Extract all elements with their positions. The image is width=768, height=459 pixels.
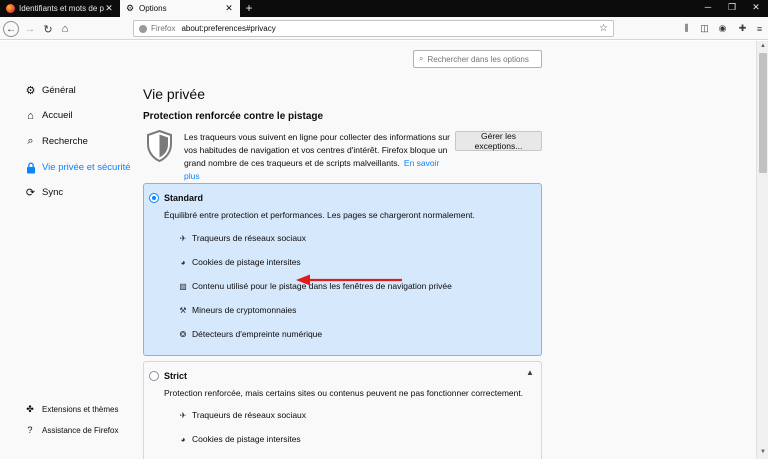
home-button[interactable]: ⌂	[57, 21, 73, 37]
option-name: Standard	[164, 193, 204, 203]
annotation-arrow	[296, 274, 402, 286]
sidebar-footer-label: Assistance de Firefox	[42, 425, 119, 435]
page-title: Vie privée	[143, 86, 206, 102]
option-name: Strict	[164, 371, 188, 381]
help-icon: ?	[27, 425, 33, 435]
search-icon: ⌕	[27, 135, 34, 147]
option-description: Équilibré entre protection et performanc…	[164, 210, 475, 220]
feature-item: ✈ Traqueurs de réseaux sociaux	[178, 233, 306, 243]
account-icon[interactable]: ◉	[716, 22, 729, 35]
library-icon[interactable]: ⫼	[680, 22, 693, 35]
url-text[interactable]: about:preferences#privacy	[181, 24, 599, 33]
search-options-box[interactable]: ⌕	[413, 50, 542, 68]
cookie-icon: ◕	[180, 434, 186, 444]
tracking-content-icon: ▨	[179, 281, 187, 291]
scrollbar-thumb[interactable]	[759, 53, 767, 173]
sync-icon: ⟳	[25, 187, 36, 199]
puzzle-icon: ✤	[26, 403, 34, 414]
url-bar[interactable]: Firefox about:preferences#privacy ☆	[133, 20, 614, 37]
shield-icon	[147, 130, 172, 162]
tab-label: Options	[139, 4, 167, 13]
manage-exceptions-button[interactable]: Gérer les exceptions...	[455, 131, 542, 151]
bookmark-star-icon[interactable]: ☆	[599, 23, 608, 34]
feature-label: Cookies de pistage intersites	[192, 257, 301, 267]
sidebar-item-privacy[interactable]: Vie privée et sécurité	[24, 161, 131, 174]
close-icon[interactable]: ✕	[224, 3, 234, 14]
sidebar-item-general[interactable]: ⚙ Général	[24, 84, 76, 97]
standard-radio[interactable]	[149, 193, 159, 203]
section-title: Protection renforcée contre le pistage	[143, 111, 324, 122]
feature-label: Traqueurs de réseaux sociaux	[192, 233, 307, 243]
scrollbar[interactable]: ▲ ▼	[756, 41, 768, 459]
home-icon: ⌂	[27, 109, 34, 122]
search-icon: ⌕	[419, 54, 424, 63]
feature-label: Détecteurs d'empreinte numérique	[192, 329, 323, 339]
sidebar-footer-support[interactable]: ? Assistance de Firefox	[24, 424, 118, 436]
navigation-toolbar: ← → ↻ ⌂ Firefox about:preferences#privac…	[0, 17, 768, 40]
feature-item: ❂ Détecteurs d'empreinte numérique	[178, 329, 323, 339]
sidebar-item-label: Recherche	[42, 136, 88, 147]
identity-label: Firefox	[151, 24, 176, 33]
identity-box[interactable]: Firefox	[139, 24, 175, 33]
feature-label: Mineurs de cryptomonnaies	[192, 305, 297, 315]
lock-icon	[24, 161, 37, 174]
strict-radio[interactable]	[149, 371, 159, 381]
maximize-icon[interactable]: ❐	[722, 2, 742, 13]
scroll-up-icon[interactable]: ▲	[759, 43, 767, 49]
sidebar-item-search[interactable]: ⌕ Recherche	[24, 135, 88, 148]
sidebar-item-label: Vie privée et sécurité	[42, 162, 131, 173]
feature-item: ◕ Cookies de pistage intersites	[178, 434, 301, 444]
firefox-icon	[139, 24, 147, 33]
social-tracker-icon: ✈	[179, 233, 187, 243]
reload-button[interactable]: ↻	[40, 21, 56, 37]
firefox-icon	[6, 4, 15, 13]
chevron-up-icon[interactable]: ▲	[526, 368, 534, 377]
cryptominer-icon: ⚒	[179, 305, 187, 315]
tracking-description: Les traqueurs vous suivent en ligne pour…	[184, 131, 454, 183]
gear-icon: ⚙	[25, 85, 36, 97]
sidebar-item-label: Accueil	[42, 110, 73, 121]
feature-label: Traqueurs de réseaux sociaux	[192, 410, 307, 420]
firefox-window: Identifiants et mots de passe ✕ ⚙ Option…	[0, 0, 768, 459]
sidebar-footer-label: Extensions et thèmes	[42, 404, 119, 414]
window-close-icon[interactable]: ✕	[746, 2, 766, 13]
close-icon[interactable]: ✕	[104, 3, 114, 14]
sidebar-item-sync[interactable]: ⟳ Sync	[24, 186, 63, 199]
back-button[interactable]: ←	[3, 21, 19, 37]
preferences-content: ⌕ ⚙ Général ⌂ Accueil ⌕ Recherche Vie pr…	[0, 41, 756, 459]
tab-strip: Identifiants et mots de passe ✕ ⚙ Option…	[0, 0, 768, 17]
sidebar-item-label: Général	[42, 85, 76, 96]
extension-icon[interactable]: ✚	[736, 22, 749, 35]
tab-identifiants[interactable]: Identifiants et mots de passe ✕	[0, 0, 120, 17]
menu-icon[interactable]: ≡	[753, 22, 766, 35]
sidebar-item-label: Sync	[42, 187, 64, 198]
tab-options[interactable]: ⚙ Options ✕	[120, 0, 240, 17]
forward-button[interactable]: →	[22, 21, 38, 37]
sidebar-icon[interactable]: ◫	[698, 22, 711, 35]
social-tracker-icon: ✈	[179, 410, 187, 420]
feature-label: Cookies de pistage intersites	[192, 434, 301, 444]
cookie-icon: ◕	[180, 257, 186, 267]
feature-item: ◕ Cookies de pistage intersites	[178, 257, 301, 267]
feature-item: ⚒ Mineurs de cryptomonnaies	[178, 305, 296, 315]
strict-option-box[interactable]: Strict ▲ Protection renforcée, mais cert…	[143, 361, 542, 459]
new-tab-button[interactable]: +	[243, 1, 255, 15]
fingerprint-icon: ❂	[179, 329, 187, 339]
standard-option-box[interactable]: Standard Équilibré entre protection et p…	[143, 183, 542, 356]
minimize-icon[interactable]: ─	[698, 2, 718, 12]
sidebar-footer-extensions[interactable]: ✤ Extensions et thèmes	[24, 403, 118, 415]
tab-label: Identifiants et mots de passe	[19, 4, 104, 13]
sidebar-item-home[interactable]: ⌂ Accueil	[24, 109, 73, 122]
gear-icon: ⚙	[126, 3, 135, 13]
search-input[interactable]	[427, 54, 538, 64]
scroll-down-icon[interactable]: ▼	[759, 449, 767, 455]
option-description: Protection renforcée, mais certains site…	[164, 388, 524, 398]
feature-item: ✈ Traqueurs de réseaux sociaux	[178, 410, 306, 420]
